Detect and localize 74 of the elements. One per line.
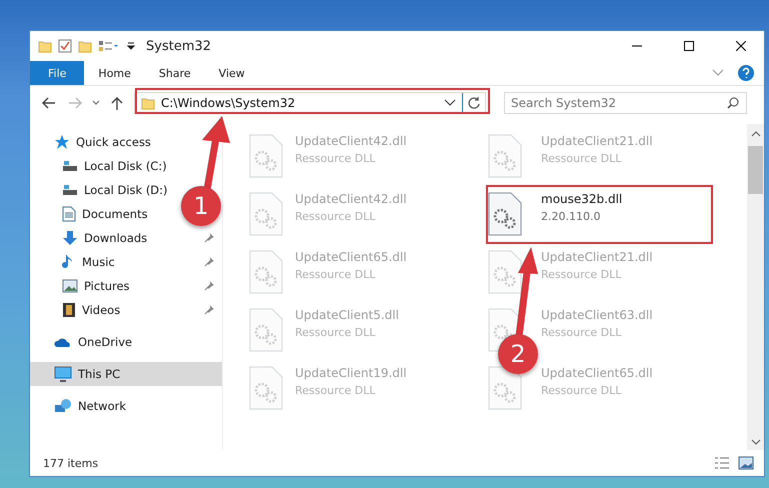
pin-icon[interactable]	[204, 305, 214, 315]
properties-icon[interactable]	[58, 39, 72, 53]
up-arrow-icon[interactable]	[111, 96, 123, 110]
dll-file-icon	[488, 250, 522, 294]
dll-file-icon	[488, 134, 522, 178]
pin-icon[interactable]	[204, 281, 214, 291]
search-field[interactable]: Search System32	[504, 92, 747, 114]
window-title: System32	[146, 38, 212, 54]
sidebar-item[interactable]: Local Disk (D:)	[30, 178, 176, 202]
pin-icon[interactable]	[204, 233, 214, 243]
scrollbar[interactable]	[747, 124, 764, 450]
view-options-icon[interactable]	[98, 39, 120, 53]
details-view-icon[interactable]	[714, 456, 730, 470]
cloud-icon	[54, 336, 72, 348]
dll-file-icon	[488, 192, 522, 236]
sidebar-item[interactable]: Videos	[30, 298, 222, 322]
sidebar-item[interactable]: Local Disk (C:)	[30, 154, 175, 178]
sidebar-item[interactable]: Documents	[30, 202, 156, 226]
sidebar-item[interactable]: Network	[30, 394, 134, 418]
dropdown-caret-icon[interactable]	[126, 41, 136, 51]
back-arrow-icon[interactable]	[42, 97, 56, 109]
sidebar-item[interactable]: OneDrive	[30, 330, 140, 354]
folder-icon	[141, 96, 155, 110]
ribbon-tab[interactable]: Share	[144, 61, 205, 85]
film-icon	[62, 302, 76, 318]
sidebar-item[interactable]: Downloads	[30, 226, 222, 250]
scroll-down-icon[interactable]	[750, 438, 760, 446]
file-detail: Ressource DLL	[295, 384, 376, 397]
sidebar-item[interactable]: Music	[30, 250, 222, 274]
file-detail: 2.20.110.0	[541, 210, 602, 223]
dll-file-icon	[249, 308, 283, 352]
file-detail: Ressource DLL	[541, 384, 622, 397]
dll-file-icon	[249, 250, 283, 294]
refresh-icon[interactable]	[467, 96, 481, 110]
file-detail: Ressource DLL	[541, 152, 622, 165]
download-arrow-icon	[62, 230, 78, 246]
close-icon[interactable]	[736, 41, 746, 51]
item-count: 177 items	[43, 456, 100, 470]
new-folder-icon	[78, 39, 92, 53]
file-detail: Ressource DLL	[295, 268, 376, 281]
file-detail: Ressource DLL	[295, 152, 376, 165]
picture-icon	[62, 279, 78, 293]
maximize-icon[interactable]	[684, 41, 694, 51]
dll-file-icon	[249, 366, 283, 410]
folder-icon	[38, 39, 52, 53]
dll-file-icon	[488, 366, 522, 410]
sidebar-item[interactable]: Pictures	[30, 274, 222, 298]
pin-icon[interactable]	[204, 257, 214, 267]
document-icon	[62, 206, 76, 222]
scroll-up-icon[interactable]	[750, 130, 760, 138]
file-detail: Ressource DLL	[295, 326, 376, 339]
chevron-down-icon[interactable]	[444, 99, 456, 107]
sidebar-item[interactable]: This PC	[30, 362, 222, 386]
ribbon-tab[interactable]: View	[204, 61, 259, 85]
star-icon	[54, 134, 70, 150]
file-detail: Ressource DLL	[541, 268, 622, 281]
dll-file-icon	[249, 192, 283, 236]
large-icons-view-icon[interactable]	[738, 456, 754, 470]
file-name[interactable]: mouse32b.dll	[541, 192, 622, 206]
file-detail: Ressource DLL	[541, 326, 622, 339]
address-bar[interactable]: C:\Windows\System32	[134, 92, 486, 114]
drive-icon	[62, 159, 78, 173]
monitor-icon	[54, 366, 72, 382]
sidebar-item[interactable]: Quick access	[30, 130, 159, 154]
help-icon[interactable]	[738, 65, 754, 81]
ribbon-tab[interactable]: File	[30, 61, 84, 85]
network-icon	[54, 398, 72, 414]
file-detail: Ressource DLL	[295, 210, 376, 223]
scrollbar-thumb[interactable]	[748, 146, 763, 194]
dll-file-icon	[249, 134, 283, 178]
caret-icon[interactable]	[92, 100, 100, 106]
drive-icon	[62, 183, 78, 197]
ribbon-tab[interactable]: Home	[84, 61, 145, 85]
search-icon	[727, 97, 739, 109]
